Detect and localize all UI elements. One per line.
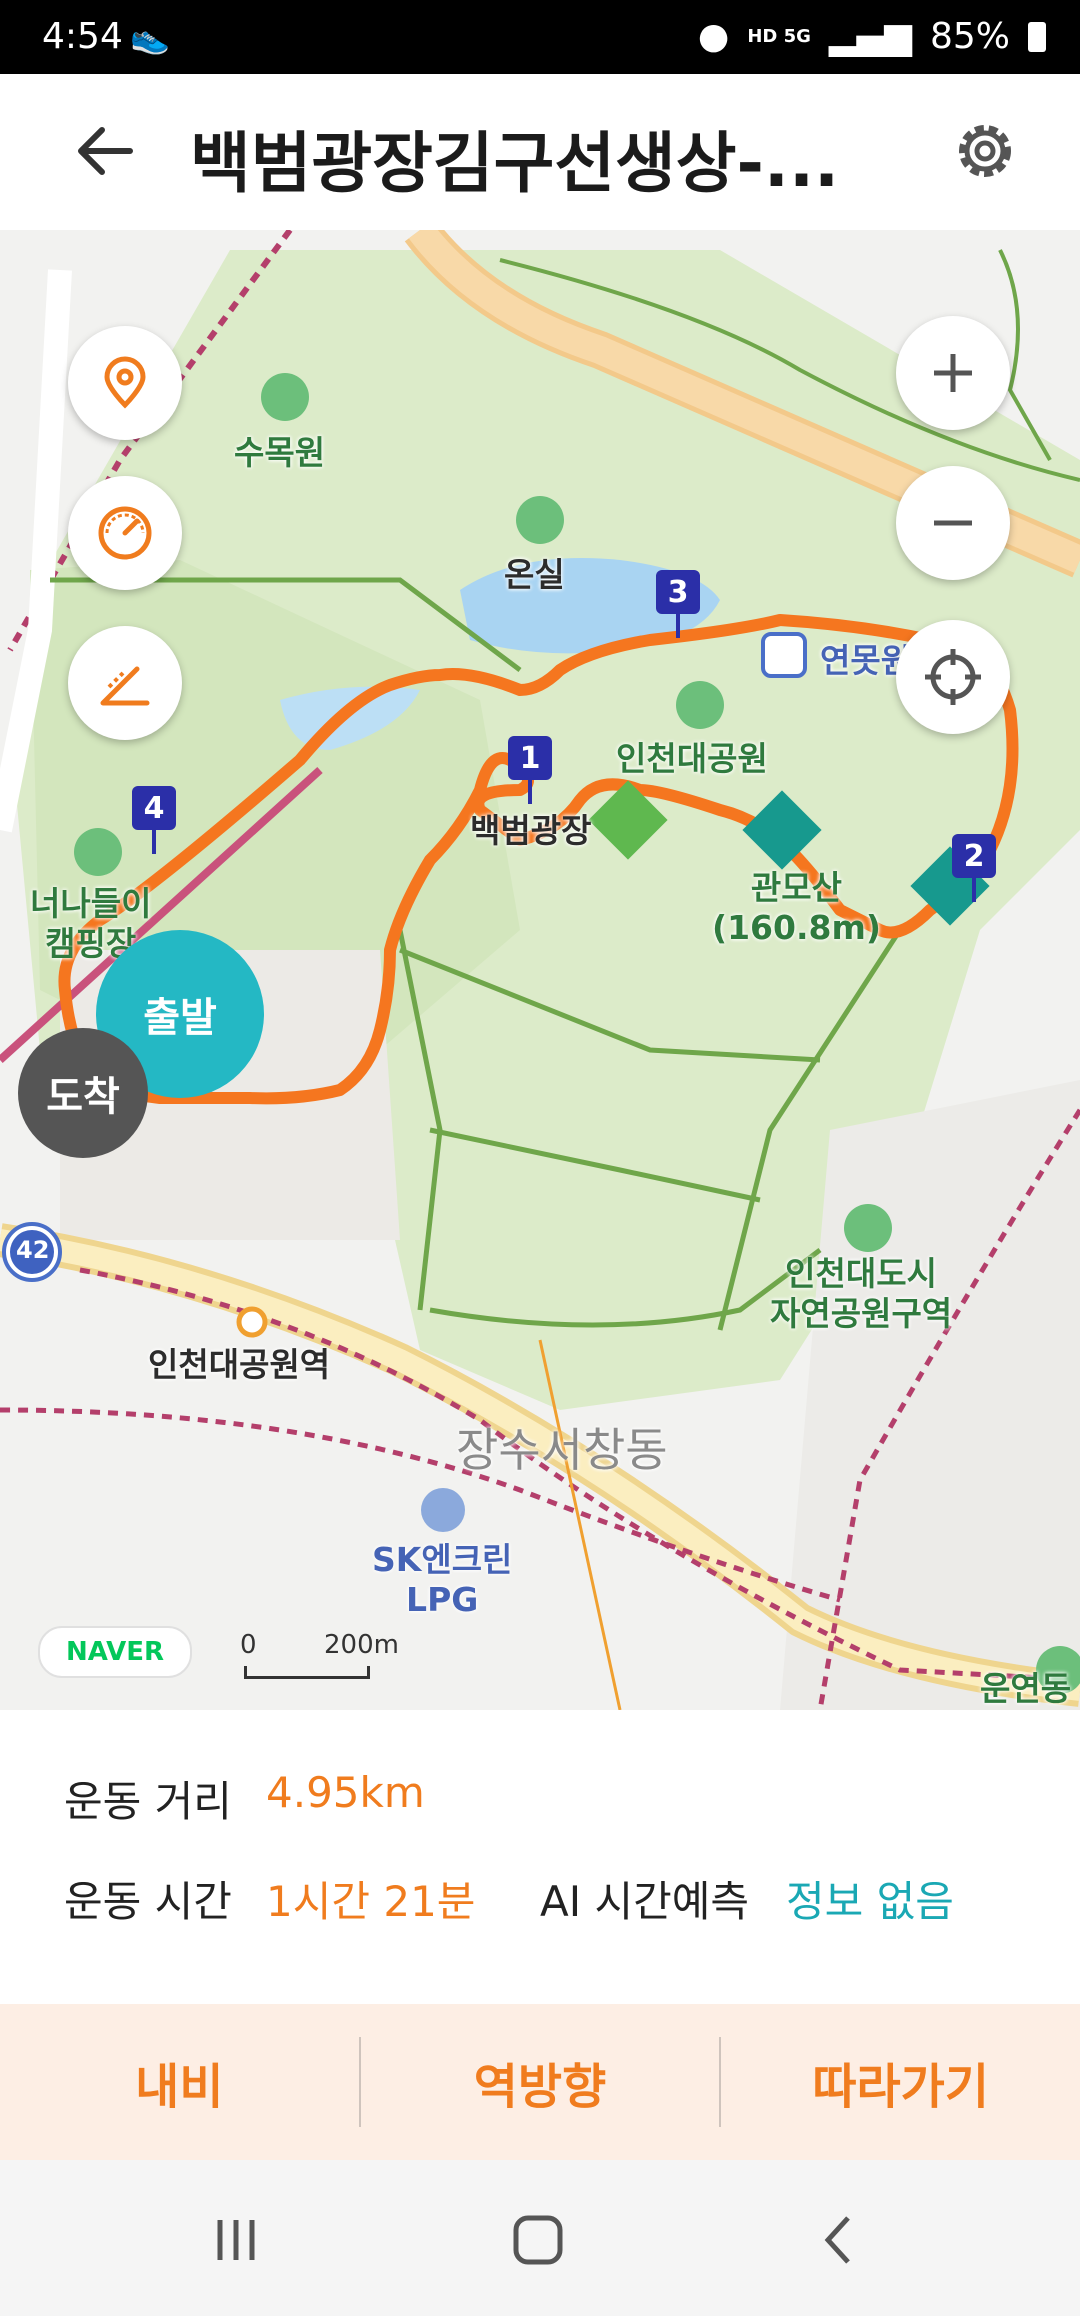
chevron-left-icon	[824, 2216, 850, 2264]
waypoint-stem	[972, 878, 976, 902]
follow-button[interactable]: 따라가기	[721, 2004, 1080, 2160]
waypoint-number: 1	[508, 736, 552, 780]
label-natural-park-line1: 인천대도시	[785, 1254, 937, 1293]
location-button[interactable]	[68, 326, 182, 440]
label-gwanmosan-name: 관모산	[750, 868, 843, 907]
speedometer-icon	[98, 506, 152, 560]
distance-label: 운동 거리	[64, 1777, 232, 1826]
label-bottom-right: 운연동	[980, 1669, 1072, 1708]
waypoint-stem	[152, 830, 156, 854]
scale-distance: 200m	[324, 1630, 399, 1660]
slope-button[interactable]	[68, 626, 182, 740]
reverse-button[interactable]: 역방향	[361, 2004, 720, 2160]
action-bar: 내비 역방향 따라가기	[0, 2004, 1080, 2160]
label-sk-line2: LPG	[406, 1580, 479, 1619]
distance-value: 4.95km	[266, 1768, 425, 1817]
scale-zero: 0	[240, 1630, 257, 1660]
scale-bar	[244, 1666, 370, 1679]
end-pin[interactable]: 도착	[18, 1028, 148, 1158]
label-gwanmosan: 관모산 (160.8m)	[712, 868, 881, 948]
back-arrow-icon	[78, 127, 133, 175]
label-sk-lpg: SK엔크린 LPG	[372, 1540, 512, 1620]
label-onsil: 온실	[504, 555, 565, 594]
home-icon	[513, 2215, 563, 2265]
gear-icon	[959, 125, 1011, 177]
ai-prediction-value: 정보 없음	[786, 1877, 954, 1926]
home-button[interactable]	[488, 2200, 588, 2280]
plus-icon	[934, 354, 972, 392]
route-info-panel: 운동 거리 4.95km 운동 시간 1시간 21분 AI 시간예측 정보 없음	[0, 1710, 1080, 2000]
navi-button[interactable]: 내비	[0, 2004, 359, 2160]
label-baekbeom: 백범광장	[470, 811, 592, 850]
signal-icon: ▂▄▆	[828, 16, 912, 57]
app-header: 백범광장김구선생상-...	[0, 74, 1080, 230]
label-natural-park: 인천대도시 자연공원구역	[770, 1254, 952, 1334]
waypoint-marker-2[interactable]: 2	[952, 834, 996, 902]
battery-percent: 85%	[929, 16, 1010, 57]
battery-icon	[1028, 21, 1046, 52]
label-natural-park-line2: 자연공원구역	[770, 1294, 953, 1333]
speed-button[interactable]	[68, 476, 182, 590]
zoom-out-button[interactable]	[896, 466, 1010, 580]
location-pin-icon	[104, 356, 146, 409]
current-location-button[interactable]	[896, 620, 1010, 734]
label-district: 장수서창동	[456, 1423, 668, 1477]
road-number: 42	[16, 1236, 50, 1264]
status-time: 4:54	[42, 16, 123, 57]
crosshair-icon	[925, 649, 981, 705]
label-camping-line1: 너나들이	[30, 884, 152, 923]
label-station: 인천대공원역	[148, 1345, 331, 1384]
waypoint-number: 3	[656, 570, 700, 614]
waypoint-marker-3[interactable]: 3	[656, 570, 700, 638]
label-incheon-park: 인천대공원	[616, 739, 768, 778]
naver-logo: NAVER	[38, 1626, 192, 1678]
location-icon: ●	[697, 16, 730, 57]
end-label: 도착	[18, 1028, 148, 1158]
minus-icon	[934, 520, 972, 526]
waypoint-stem	[528, 780, 532, 804]
network-indicator: HD 5G	[747, 25, 811, 47]
time-value: 1시간 21분	[266, 1877, 476, 1926]
system-back-button[interactable]	[790, 2200, 890, 2280]
time-label: 운동 시간	[64, 1877, 232, 1926]
back-button[interactable]	[70, 116, 150, 186]
waypoint-number: 2	[952, 834, 996, 878]
waypoint-marker-1[interactable]: 1	[508, 736, 552, 804]
slope-icon	[100, 666, 150, 706]
zoom-in-button[interactable]	[896, 316, 1010, 430]
label-gwanmosan-height: (160.8m)	[712, 908, 881, 947]
shoe-icon: 👟	[130, 18, 170, 56]
recent-apps-icon	[217, 2220, 255, 2260]
waypoint-stem	[676, 614, 680, 638]
page-title: 백범광장김구선생상-...	[190, 125, 840, 202]
label-sumokwon: 수목원	[234, 433, 326, 472]
route-map[interactable]: 수목원 온실 연못원 인천대공원 백범광장 관모산 (160.8m) 너나들이 …	[0, 230, 1080, 1710]
waypoint-marker-4[interactable]: 4	[132, 786, 176, 854]
waypoint-number: 4	[132, 786, 176, 830]
system-nav-bar	[0, 2160, 1080, 2316]
recent-apps-button[interactable]	[186, 2200, 286, 2280]
ai-prediction-label: AI 시간예측	[540, 1877, 750, 1926]
settings-button[interactable]	[950, 116, 1020, 186]
label-sk-line1: SK엔크린	[372, 1540, 513, 1579]
status-bar: 4:54 👟 ● HD 5G ▂▄▆ 85%	[0, 0, 1080, 74]
